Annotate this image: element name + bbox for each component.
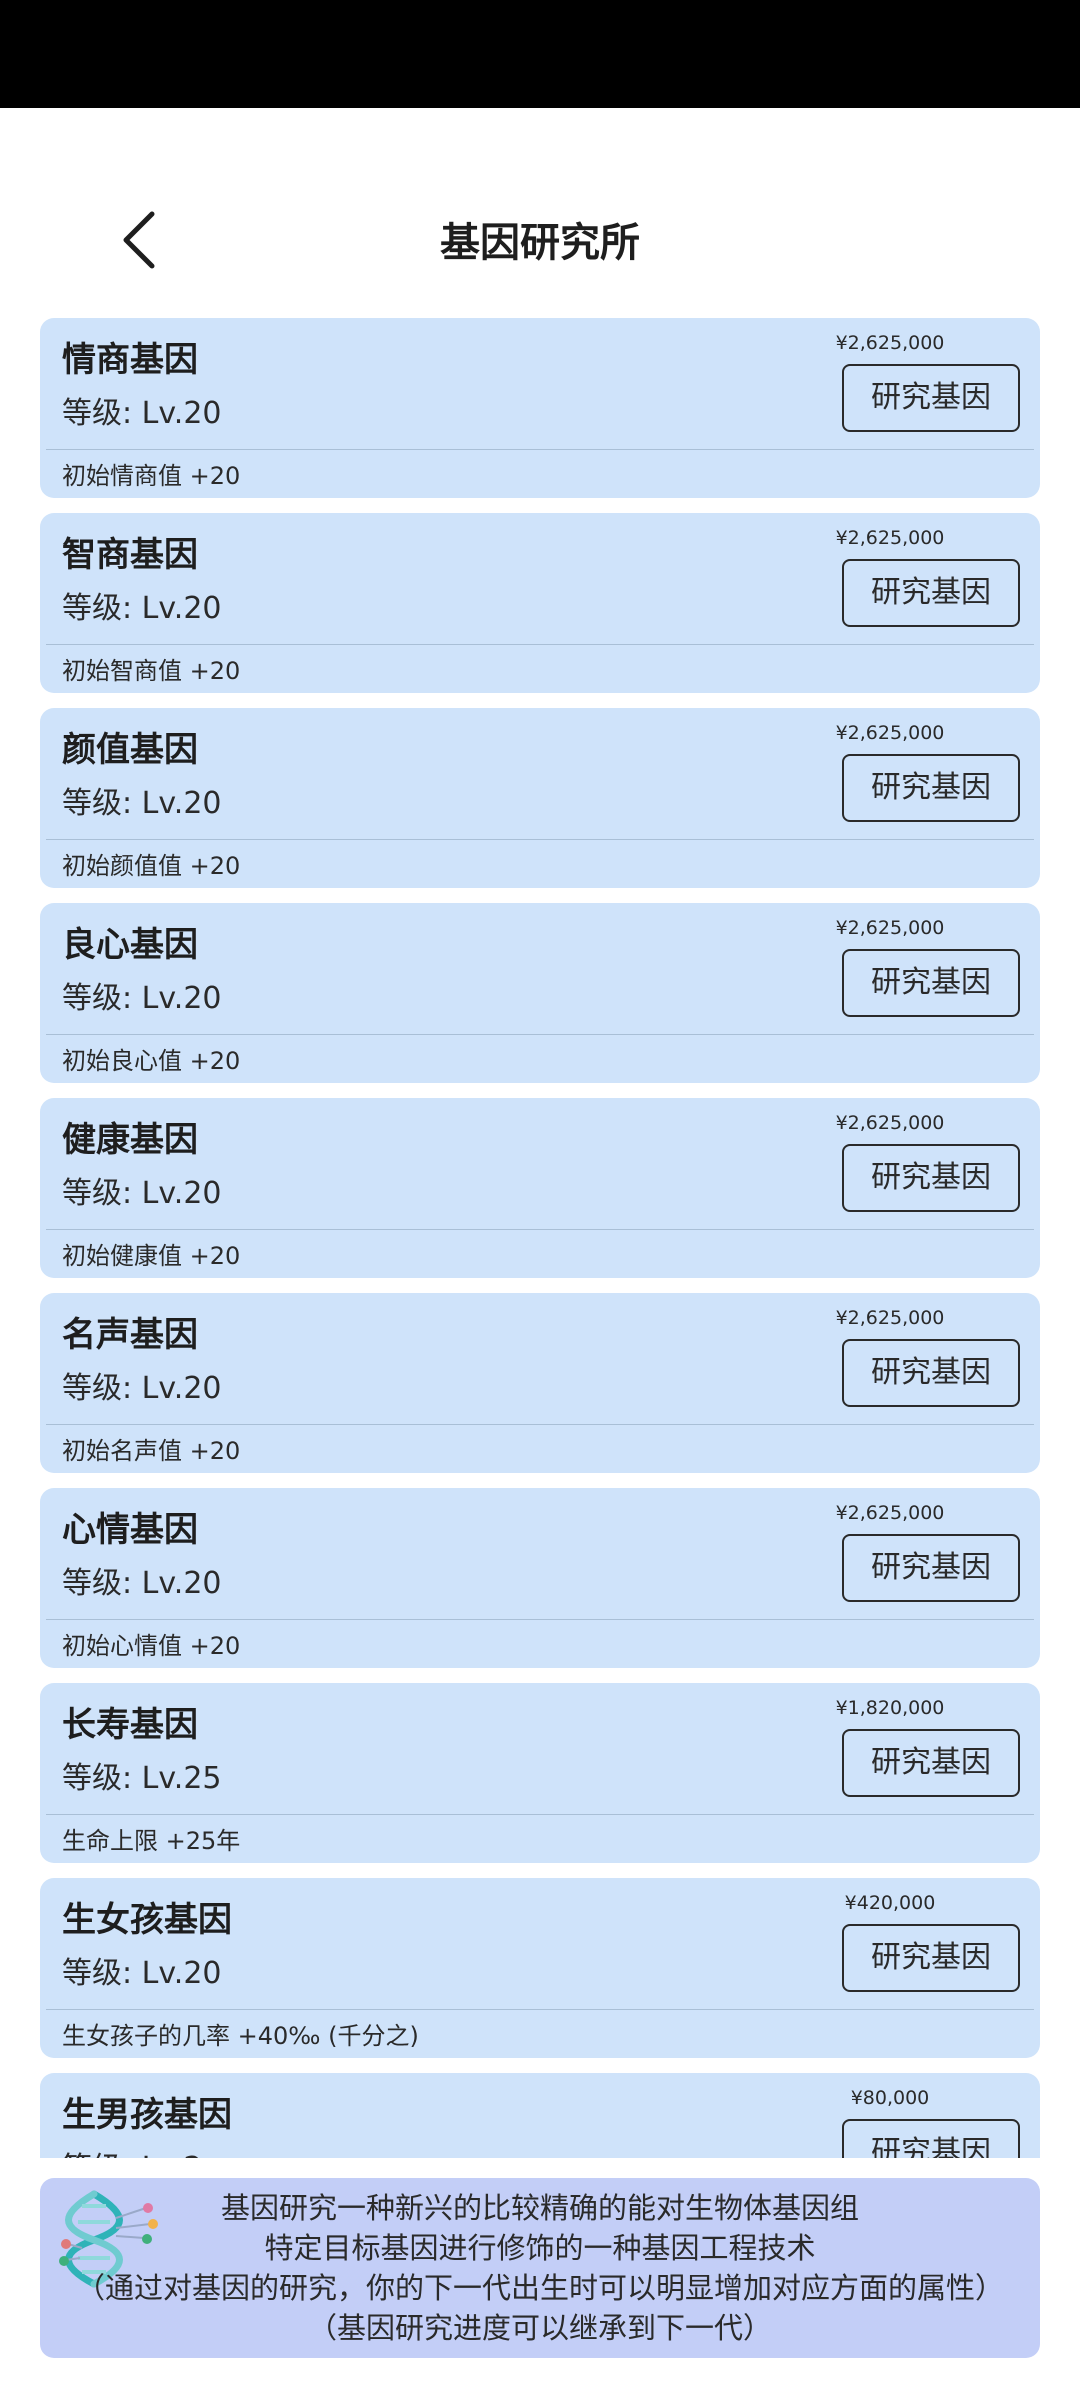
page-title: 基因研究所: [440, 220, 640, 266]
gene-effect: 初始名声值 +20: [62, 1437, 241, 1465]
gene-effect: 初始良心值 +20: [62, 1047, 241, 1075]
research-button[interactable]: 研究基因: [842, 1729, 1020, 1797]
gene-effect: 生女孩子的几率 +40‰ (千分之): [62, 2022, 419, 2050]
gene-level: 等级: Lv.20: [62, 1176, 222, 1211]
gene-list[interactable]: 情商基因 等级: Lv.20 ¥2,625,000 研究基因 初始情商值 +20…: [0, 318, 1080, 2158]
gene-effect: 初始颜值值 +20: [62, 852, 241, 880]
gene-level: 等级: Lv.20: [62, 981, 222, 1016]
gene-effect: 生命上限 +25年: [62, 1827, 241, 1855]
info-line: 特定目标基因进行修饰的一种基因工程技术: [264, 2231, 816, 2265]
gene-name: 健康基因: [62, 1120, 198, 1160]
gene-name: 生女孩基因: [62, 1900, 232, 1940]
research-button[interactable]: 研究基因: [842, 1534, 1020, 1602]
gene-price: ¥420,000: [844, 1892, 936, 1914]
gene-effect: 初始心情值 +20: [62, 1632, 241, 1660]
gene-price: ¥2,625,000: [835, 1112, 945, 1134]
divider: [46, 839, 1034, 840]
gene-effect: 初始情商值 +20: [62, 462, 241, 490]
divider: [46, 1229, 1034, 1230]
research-button[interactable]: 研究基因: [842, 949, 1020, 1017]
research-button[interactable]: 研究基因: [842, 559, 1020, 627]
info-line: （通过对基因的研究，你的下一代出生时可以明显增加对应方面的属性）: [75, 2271, 1004, 2305]
divider: [46, 1619, 1034, 1620]
research-button[interactable]: 研究基因: [842, 2119, 1020, 2158]
gene-card: 健康基因 等级: Lv.20 ¥2,625,000 研究基因 初始健康值 +20: [40, 1098, 1040, 1278]
gene-card: 良心基因 等级: Lv.20 ¥2,625,000 研究基因 初始良心值 +20: [40, 903, 1040, 1083]
gene-price: ¥2,625,000: [835, 332, 945, 354]
research-button[interactable]: 研究基因: [842, 364, 1020, 432]
gene-name: 生男孩基因: [62, 2095, 232, 2135]
gene-price: ¥2,625,000: [835, 1502, 945, 1524]
gene-effect: 初始健康值 +20: [62, 1242, 241, 1270]
gene-card: 智商基因 等级: Lv.20 ¥2,625,000 研究基因 初始智商值 +20: [40, 513, 1040, 693]
gene-name: 名声基因: [62, 1315, 198, 1355]
research-button[interactable]: 研究基因: [842, 1924, 1020, 1992]
divider: [46, 2009, 1034, 2010]
gene-card: 情商基因 等级: Lv.20 ¥2,625,000 研究基因 初始情商值 +20: [40, 318, 1040, 498]
gene-effect: 初始智商值 +20: [62, 657, 241, 685]
divider: [46, 1814, 1034, 1815]
gene-level: 等级: Lv.2: [62, 2143, 202, 2158]
gene-card: 长寿基因 等级: Lv.25 ¥1,820,000 研究基因 生命上限 +25年: [40, 1683, 1040, 1863]
gene-name: 良心基因: [62, 925, 198, 965]
info-line: 基因研究一种新兴的比较精确的能对生物体基因组: [220, 2191, 859, 2225]
info-box: 基因研究一种新兴的比较精确的能对生物体基因组 特定目标基因进行修饰的一种基因工程…: [40, 2178, 1040, 2358]
info-line: （基因研究进度可以继承到下一代）: [307, 2311, 772, 2345]
gene-name: 情商基因: [62, 340, 198, 380]
gene-level: 等级: Lv.20: [62, 786, 222, 821]
gene-level: 等级: Lv.20: [62, 1956, 222, 1991]
research-button[interactable]: 研究基因: [842, 1144, 1020, 1212]
gene-level: 等级: Lv.20: [62, 591, 222, 626]
gene-price: ¥2,625,000: [835, 917, 945, 939]
gene-price: ¥2,625,000: [835, 527, 945, 549]
info-text: 基因研究一种新兴的比较精确的能对生物体基因组 特定目标基因进行修饰的一种基因工程…: [40, 2188, 1040, 2348]
status-bar: [0, 0, 1080, 108]
gene-level: 等级: Lv.20: [62, 1566, 222, 1601]
header: 基因研究所: [0, 200, 1080, 280]
gene-price: ¥1,820,000: [835, 1697, 945, 1719]
research-button[interactable]: 研究基因: [842, 1339, 1020, 1407]
gene-level: 等级: Lv.20: [62, 1371, 222, 1406]
divider: [46, 449, 1034, 450]
gene-name: 心情基因: [62, 1510, 198, 1550]
divider: [46, 1034, 1034, 1035]
gene-card: 心情基因 等级: Lv.20 ¥2,625,000 研究基因 初始心情值 +20: [40, 1488, 1040, 1668]
gene-price: ¥2,625,000: [835, 1307, 945, 1329]
gene-card: 颜值基因 等级: Lv.20 ¥2,625,000 研究基因 初始颜值值 +20: [40, 708, 1040, 888]
gene-level: 等级: Lv.25: [62, 1761, 222, 1796]
gene-name: 颜值基因: [62, 730, 198, 770]
gene-name: 智商基因: [62, 535, 198, 575]
divider: [46, 1424, 1034, 1425]
gene-price: ¥80,000: [850, 2087, 930, 2109]
gene-level: 等级: Lv.20: [62, 396, 222, 431]
research-button[interactable]: 研究基因: [842, 754, 1020, 822]
gene-card: 生女孩基因 等级: Lv.20 ¥420,000 研究基因 生女孩子的几率 +4…: [40, 1878, 1040, 2058]
gene-name: 长寿基因: [62, 1705, 198, 1745]
gene-card: 名声基因 等级: Lv.20 ¥2,625,000 研究基因 初始名声值 +20: [40, 1293, 1040, 1473]
gene-card: 生男孩基因 等级: Lv.2 ¥80,000 研究基因: [40, 2073, 1040, 2158]
divider: [46, 644, 1034, 645]
gene-price: ¥2,625,000: [835, 722, 945, 744]
